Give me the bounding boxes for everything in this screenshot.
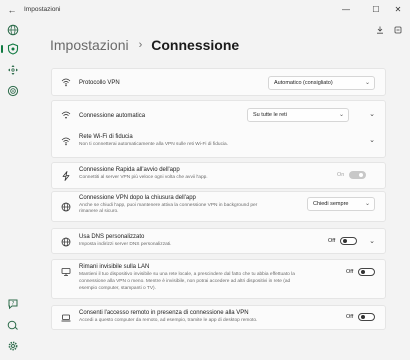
wifi-auto-icon [60,109,72,121]
lan-invisible-toggle[interactable] [358,268,375,276]
close-button[interactable]: ✕ [388,3,408,17]
vpn-protocol-label: Protocollo VPN [79,80,120,86]
lan-invisible-description-line-3: esempio computer, stampanti o TV). [79,286,156,291]
signal-icon [60,76,72,88]
keep-alive-setting: Connessione VPN dopo la chiusura dell'ap… [51,191,386,222]
keep-alive-description-line-2: rimanere al sicuro. [79,209,119,214]
quick-connect-toggle[interactable] [349,171,366,179]
notifications-icon[interactable] [392,24,404,36]
auto-connect-value: Su tutte le reti [253,112,287,118]
window-title: Impostazioni [24,6,61,13]
remote-access-label: Consenti l'accesso remoto in presenza di… [79,310,249,316]
globe-icon[interactable] [5,22,21,38]
quick-connect-label: Connessione Rapida all'avvio dell'app [79,167,180,173]
lan-invisible-label: Rimani invisibile sulla LAN [79,264,150,270]
help-icon[interactable]: ? [5,296,21,312]
breadcrumb-settings[interactable]: Impostazioni [50,37,129,53]
laptop-icon [60,312,72,324]
page-header: Impostazioni › Connessione [50,35,239,55]
trusted-wifi-icon [60,135,72,147]
trusted-wifi-expand-chevron-icon[interactable]: ⌄ [367,136,377,146]
custom-dns-description: Imposta indirizzi server DNS personalizz… [79,242,172,247]
remote-access-state-label: Off [346,314,354,320]
custom-dns-label: Usa DNS personalizzato [79,234,145,240]
remote-access-description: Accedi a questo computer da remoto, ad e… [79,318,258,323]
keep-alive-value: Chiedi sempre [313,201,349,207]
lan-invisible-description-line-1: Mantieni il tuo dispositivo invisibile s… [79,272,295,277]
lightning-icon [60,170,72,182]
move-icon[interactable] [5,62,21,78]
trusted-wifi-label: Rete Wi-Fi di fiducia [79,134,133,140]
back-arrow-icon[interactable]: ← [6,4,18,16]
chevron-down-icon: ⌄ [338,112,344,118]
vpn-protocol-value: Automatico (consigliato) [274,80,333,86]
auto-connect-group: Connessione automatica Su tutte le reti … [51,100,386,158]
globe-icon [60,201,72,213]
remote-access-toggle[interactable] [358,313,375,321]
lan-invisible-state-label: Off [346,269,354,275]
lan-invisible-setting: Rimani invisibile sulla LAN Mantieni il … [51,259,386,299]
trusted-wifi-description: Non ti connetterai automaticamente alla … [79,142,229,147]
maximize-button[interactable]: ☐ [366,3,386,17]
shield-icon[interactable] [1,41,21,57]
custom-dns-toggle[interactable] [340,237,357,245]
custom-dns-state-label: Off [328,238,336,244]
remote-access-setting: Consenti l'accesso remoto in presenza di… [51,305,386,330]
chevron-down-icon: ⌄ [364,80,370,86]
auto-connect-dropdown[interactable]: Su tutte le reti ⌄ [247,108,349,122]
page-title: Connessione [151,37,240,53]
vpn-protocol-setting: Protocollo VPN Automatico (consigliato) … [51,68,386,96]
lan-invisible-description-line-2: connessione alla VPN o meno. Mentre è in… [79,279,291,284]
globe-icon [60,236,72,248]
keep-alive-dropdown[interactable]: Chiedi sempre ⌄ [307,197,375,211]
svg-text:?: ? [12,301,15,307]
lan-devices-icon [60,266,72,278]
target-icon[interactable] [5,83,21,99]
title-bar: ← Impostazioni — ☐ ✕ [0,0,410,20]
auto-connect-label: Connessione automatica [79,113,146,119]
minimize-button[interactable]: — [336,3,356,17]
settings-icon[interactable] [5,338,21,354]
breadcrumb-chevron-icon: › [138,39,143,51]
quick-connect-state-label: On [337,172,345,178]
quick-connect-description: Connettiti al server VPN più veloce ogni… [79,175,208,180]
auto-connect-expand-chevron-icon[interactable]: ⌄ [367,110,377,120]
keep-alive-label: Connessione VPN dopo la chiusura dell'ap… [79,195,196,201]
navigation-rail: ? [0,20,26,360]
chevron-down-icon: ⌄ [364,201,370,207]
custom-dns-expand-chevron-icon[interactable]: ⌄ [367,237,377,247]
custom-dns-setting: Usa DNS personalizzato Imposta indirizzi… [51,228,386,254]
quick-connect-setting: Connessione Rapida all'avvio dell'app Co… [51,162,386,189]
download-icon[interactable] [374,24,386,36]
vpn-protocol-dropdown[interactable]: Automatico (consigliato) ⌄ [268,76,375,90]
feedback-icon[interactable] [5,317,21,333]
